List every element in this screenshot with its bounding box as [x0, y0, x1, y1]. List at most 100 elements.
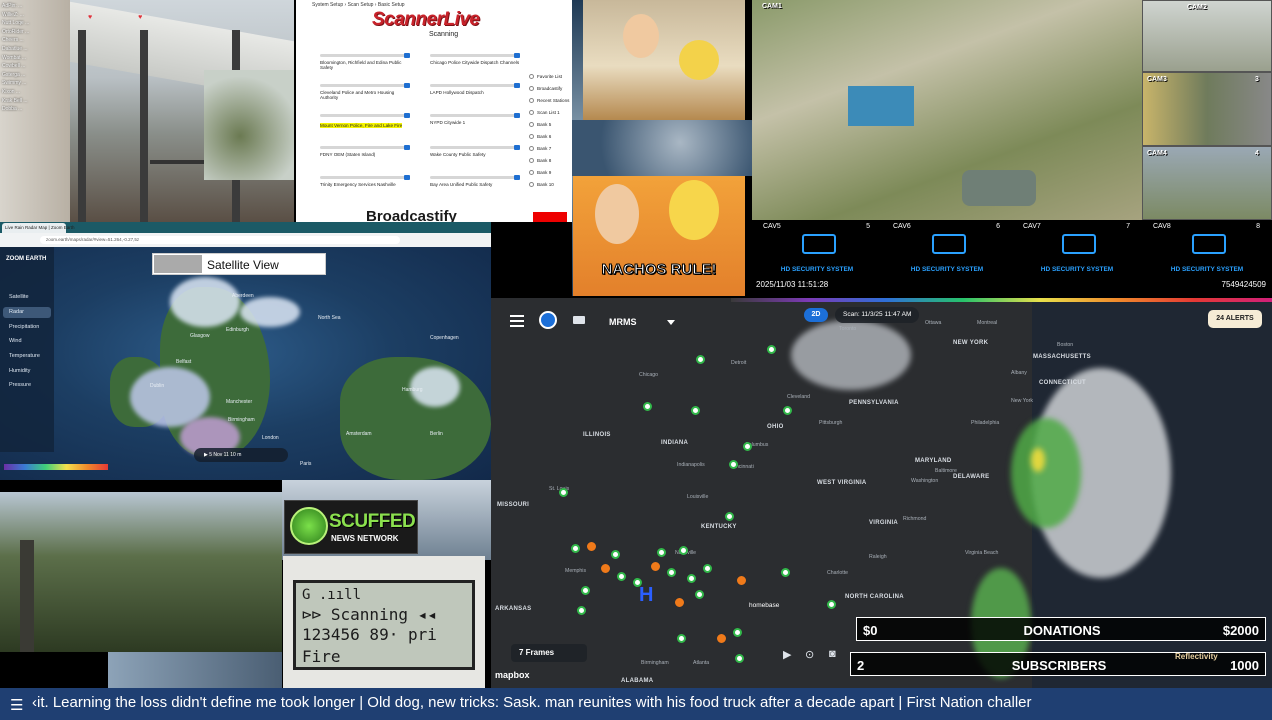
radio-option[interactable]: Bank 6: [529, 134, 551, 140]
alert-marker[interactable]: [737, 576, 746, 585]
alert-marker[interactable]: [677, 634, 686, 643]
radio-icon[interactable]: [529, 74, 534, 80]
alert-marker[interactable]: [571, 544, 580, 553]
stop-button[interactable]: [533, 212, 567, 222]
radio-icon[interactable]: [529, 122, 534, 128]
camera-icon[interactable]: ◙: [829, 648, 836, 660]
alert-marker[interactable]: [651, 562, 660, 571]
camera-cell[interactable]: CAV6 6 HD SECURITY SYSTEM: [882, 220, 1012, 292]
location-pin-icon[interactable]: ⊙: [805, 648, 814, 661]
view-mode-toggle[interactable]: 2D: [804, 308, 828, 322]
alert-marker[interactable]: [581, 586, 590, 595]
home-base-marker[interactable]: H: [639, 584, 657, 606]
slider-knob[interactable]: [514, 145, 520, 150]
alert-marker[interactable]: [577, 606, 586, 615]
radio-icon[interactable]: [529, 110, 534, 116]
alert-marker[interactable]: [729, 460, 738, 469]
menu-item-satellite[interactable]: Satellite: [3, 292, 51, 303]
browser-tab[interactable]: Live Rain Radar Map | Zoom Earth: [2, 223, 74, 233]
menu-icon[interactable]: [510, 315, 524, 327]
radio-option[interactable]: Bank 5: [529, 122, 551, 128]
alert-marker[interactable]: [781, 568, 790, 577]
menu-item-precipitation[interactable]: Precipitation: [3, 322, 51, 333]
radio-icon[interactable]: [529, 98, 534, 104]
camera-inset[interactable]: CAM3 3: [1142, 72, 1272, 146]
slider-knob[interactable]: [514, 113, 520, 118]
product-selector[interactable]: MRMS: [609, 317, 637, 327]
alert-marker[interactable]: [643, 402, 652, 411]
slider-knob[interactable]: [404, 83, 410, 88]
layers-icon[interactable]: [573, 316, 585, 324]
play-icon[interactable]: ▶: [783, 648, 791, 661]
feed-slider[interactable]: FDNY OEM (Staten Island): [320, 145, 410, 168]
feed-slider[interactable]: Wake County Public Safety: [430, 145, 520, 168]
alert-marker[interactable]: [703, 564, 712, 573]
alert-marker[interactable]: [587, 542, 596, 551]
radio-option[interactable]: Favorite List: [529, 74, 562, 80]
feed-slider[interactable]: Trinity Emergency Services Nashville: [320, 175, 410, 198]
feed-slider[interactable]: Bay Area Unified Public Safety: [430, 175, 520, 198]
radio-icon[interactable]: [529, 170, 534, 176]
alert-marker[interactable]: [827, 600, 836, 609]
alert-marker[interactable]: [767, 345, 776, 354]
radio-option[interactable]: Recent Stations: [529, 98, 569, 104]
alert-marker[interactable]: [667, 568, 676, 577]
radio-icon[interactable]: [529, 182, 534, 188]
alert-marker[interactable]: [611, 550, 620, 559]
frames-selector[interactable]: 7 Frames: [511, 644, 587, 662]
slider-knob[interactable]: [404, 175, 410, 180]
alert-marker[interactable]: [783, 406, 792, 415]
alert-marker[interactable]: [601, 564, 610, 573]
radio-option[interactable]: Bank 10: [529, 182, 554, 188]
alert-marker[interactable]: [735, 654, 744, 663]
radio-option[interactable]: Scan List 1: [529, 110, 560, 116]
radio-option[interactable]: Bank 8: [529, 158, 551, 164]
menu-item-radar[interactable]: Radar: [3, 307, 51, 318]
address-bar[interactable]: zoom.earth/maps/radar/#view=51.264,-0.27…: [40, 236, 400, 244]
hamburger-icon[interactable]: ☰: [10, 696, 23, 714]
feed-slider[interactable]: LAPD Hollywood Dispatch: [430, 83, 520, 106]
slider-knob[interactable]: [404, 113, 410, 118]
radio-icon[interactable]: [529, 134, 534, 140]
alert-marker[interactable]: [691, 406, 700, 415]
radio-option[interactable]: Bank 9: [529, 170, 551, 176]
slider-knob[interactable]: [514, 83, 520, 88]
menu-item-temperature[interactable]: Temperature: [3, 351, 51, 362]
radio-option[interactable]: Bank 7: [529, 146, 551, 152]
alert-marker[interactable]: [679, 546, 688, 555]
menu-item-humidity[interactable]: Humidity: [3, 366, 51, 377]
camera-inset[interactable]: CAM2: [1142, 0, 1272, 72]
feed-slider[interactable]: NYPD Citywide 1: [430, 113, 520, 136]
camera-cell[interactable]: CAV7 7 HD SECURITY SYSTEM: [1012, 220, 1142, 292]
slider-knob[interactable]: [404, 53, 410, 58]
radio-icon[interactable]: [529, 158, 534, 164]
alert-marker[interactable]: [617, 572, 626, 581]
radar-map-europe[interactable]: Aberdeen Edinburgh Glasgow Belfast Dubli…: [0, 247, 491, 480]
camera-inset[interactable]: CAM4 4: [1142, 146, 1272, 220]
menu-item-wind[interactable]: Wind: [3, 336, 51, 347]
radio-option[interactable]: Broadcastify: [529, 86, 562, 92]
radio-icon[interactable]: [529, 146, 534, 152]
alert-marker[interactable]: [687, 574, 696, 583]
timeline-player[interactable]: ▶ 5 Nov 11 10 m: [194, 448, 288, 462]
power-icon[interactable]: [539, 311, 557, 329]
alert-marker[interactable]: [733, 628, 742, 637]
feed-slider[interactable]: Bloomington, Richfield and Edina Public …: [320, 53, 410, 76]
alert-marker[interactable]: [696, 355, 705, 364]
feed-slider[interactable]: Cleveland Police and Metro Housing Autho…: [320, 83, 410, 106]
chevron-down-icon[interactable]: [667, 320, 675, 325]
alerts-button[interactable]: 24 ALERTS: [1208, 310, 1262, 328]
menu-item-pressure[interactable]: Pressure: [3, 380, 51, 391]
alert-marker[interactable]: [657, 548, 666, 557]
feed-slider[interactable]: Chicago Police Citywide Dispatch Channel…: [430, 53, 520, 76]
radio-icon[interactable]: [529, 86, 534, 92]
alert-marker[interactable]: [695, 590, 704, 599]
slider-knob[interactable]: [514, 53, 520, 58]
slider-knob[interactable]: [514, 175, 520, 180]
alert-marker[interactable]: [743, 442, 752, 451]
alert-marker[interactable]: [675, 598, 684, 607]
feed-slider[interactable]: Mount Vernon Police, Fire and Lake Fire: [320, 113, 410, 136]
slider-knob[interactable]: [404, 145, 410, 150]
alert-marker[interactable]: [717, 634, 726, 643]
alert-marker[interactable]: [559, 488, 568, 497]
